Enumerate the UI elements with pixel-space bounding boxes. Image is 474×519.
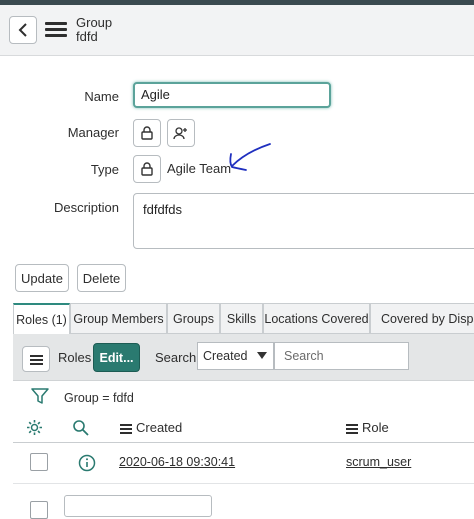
column-header-role[interactable]: Role (362, 420, 389, 435)
chevron-left-icon (18, 23, 27, 37)
caret-down-icon (257, 352, 267, 359)
filter-icon[interactable] (31, 387, 49, 405)
type-label: Type (90, 162, 119, 177)
type-lock-button[interactable] (133, 155, 161, 183)
type-value: Agile Team (167, 161, 232, 176)
name-label: Name (84, 89, 119, 104)
tab-covered-by-dispatch[interactable]: Covered by Dispatc (370, 303, 474, 333)
manager-label: Manager (67, 125, 119, 140)
delete-button[interactable]: Delete (77, 264, 126, 292)
list-menu-button[interactable] (22, 346, 50, 372)
related-list-tabs: Roles (1) Group Members Groups Skills Lo… (13, 303, 474, 334)
context-menu-button[interactable] (45, 22, 67, 38)
form-header: Group fdfd (0, 5, 474, 56)
column-menu-icon[interactable] (120, 424, 132, 434)
manager-lock-button[interactable] (133, 119, 161, 147)
search-icon[interactable] (72, 419, 90, 437)
manager-add-user-button[interactable] (167, 119, 195, 147)
tab-roles[interactable]: Roles (1) (13, 303, 70, 334)
tab-group-members[interactable]: Group Members (70, 303, 167, 333)
filter-breadcrumb[interactable]: Group = fdfd (64, 391, 134, 405)
lock-icon (141, 162, 153, 176)
insert-row-input[interactable] (64, 495, 212, 517)
column-header-created[interactable]: Created (136, 420, 182, 435)
add-user-icon (173, 127, 187, 140)
lock-icon (141, 126, 153, 140)
tab-skills[interactable]: Skills (220, 303, 263, 333)
column-menu-icon[interactable] (346, 424, 358, 434)
description-field[interactable]: fdfdfds (133, 193, 474, 249)
gear-icon[interactable] (26, 419, 43, 436)
edit-button[interactable]: Edit... (93, 343, 140, 372)
search-field-select[interactable]: Created (197, 342, 274, 370)
tab-groups[interactable]: Groups (167, 303, 220, 333)
tab-locations-covered[interactable]: Locations Covered (263, 303, 370, 333)
info-icon[interactable] (78, 454, 96, 472)
row-checkbox[interactable] (30, 501, 48, 519)
name-field[interactable]: Agile (133, 82, 331, 108)
update-button[interactable]: Update (15, 264, 69, 292)
list-title: Roles (58, 350, 92, 365)
created-link[interactable]: 2020-06-18 09:30:41 (119, 455, 235, 469)
search-input[interactable]: Search (274, 342, 409, 370)
record-type-title: Group (76, 15, 113, 30)
search-field-value: Created (203, 349, 248, 363)
back-button[interactable] (9, 16, 37, 44)
search-label: Search (155, 350, 197, 365)
row-checkbox[interactable] (30, 453, 48, 471)
record-display-value: fdfd (76, 29, 98, 44)
role-link[interactable]: scrum_user (346, 455, 411, 469)
hand-drawn-arrow-annotation (229, 143, 271, 171)
description-label: Description (53, 200, 119, 215)
